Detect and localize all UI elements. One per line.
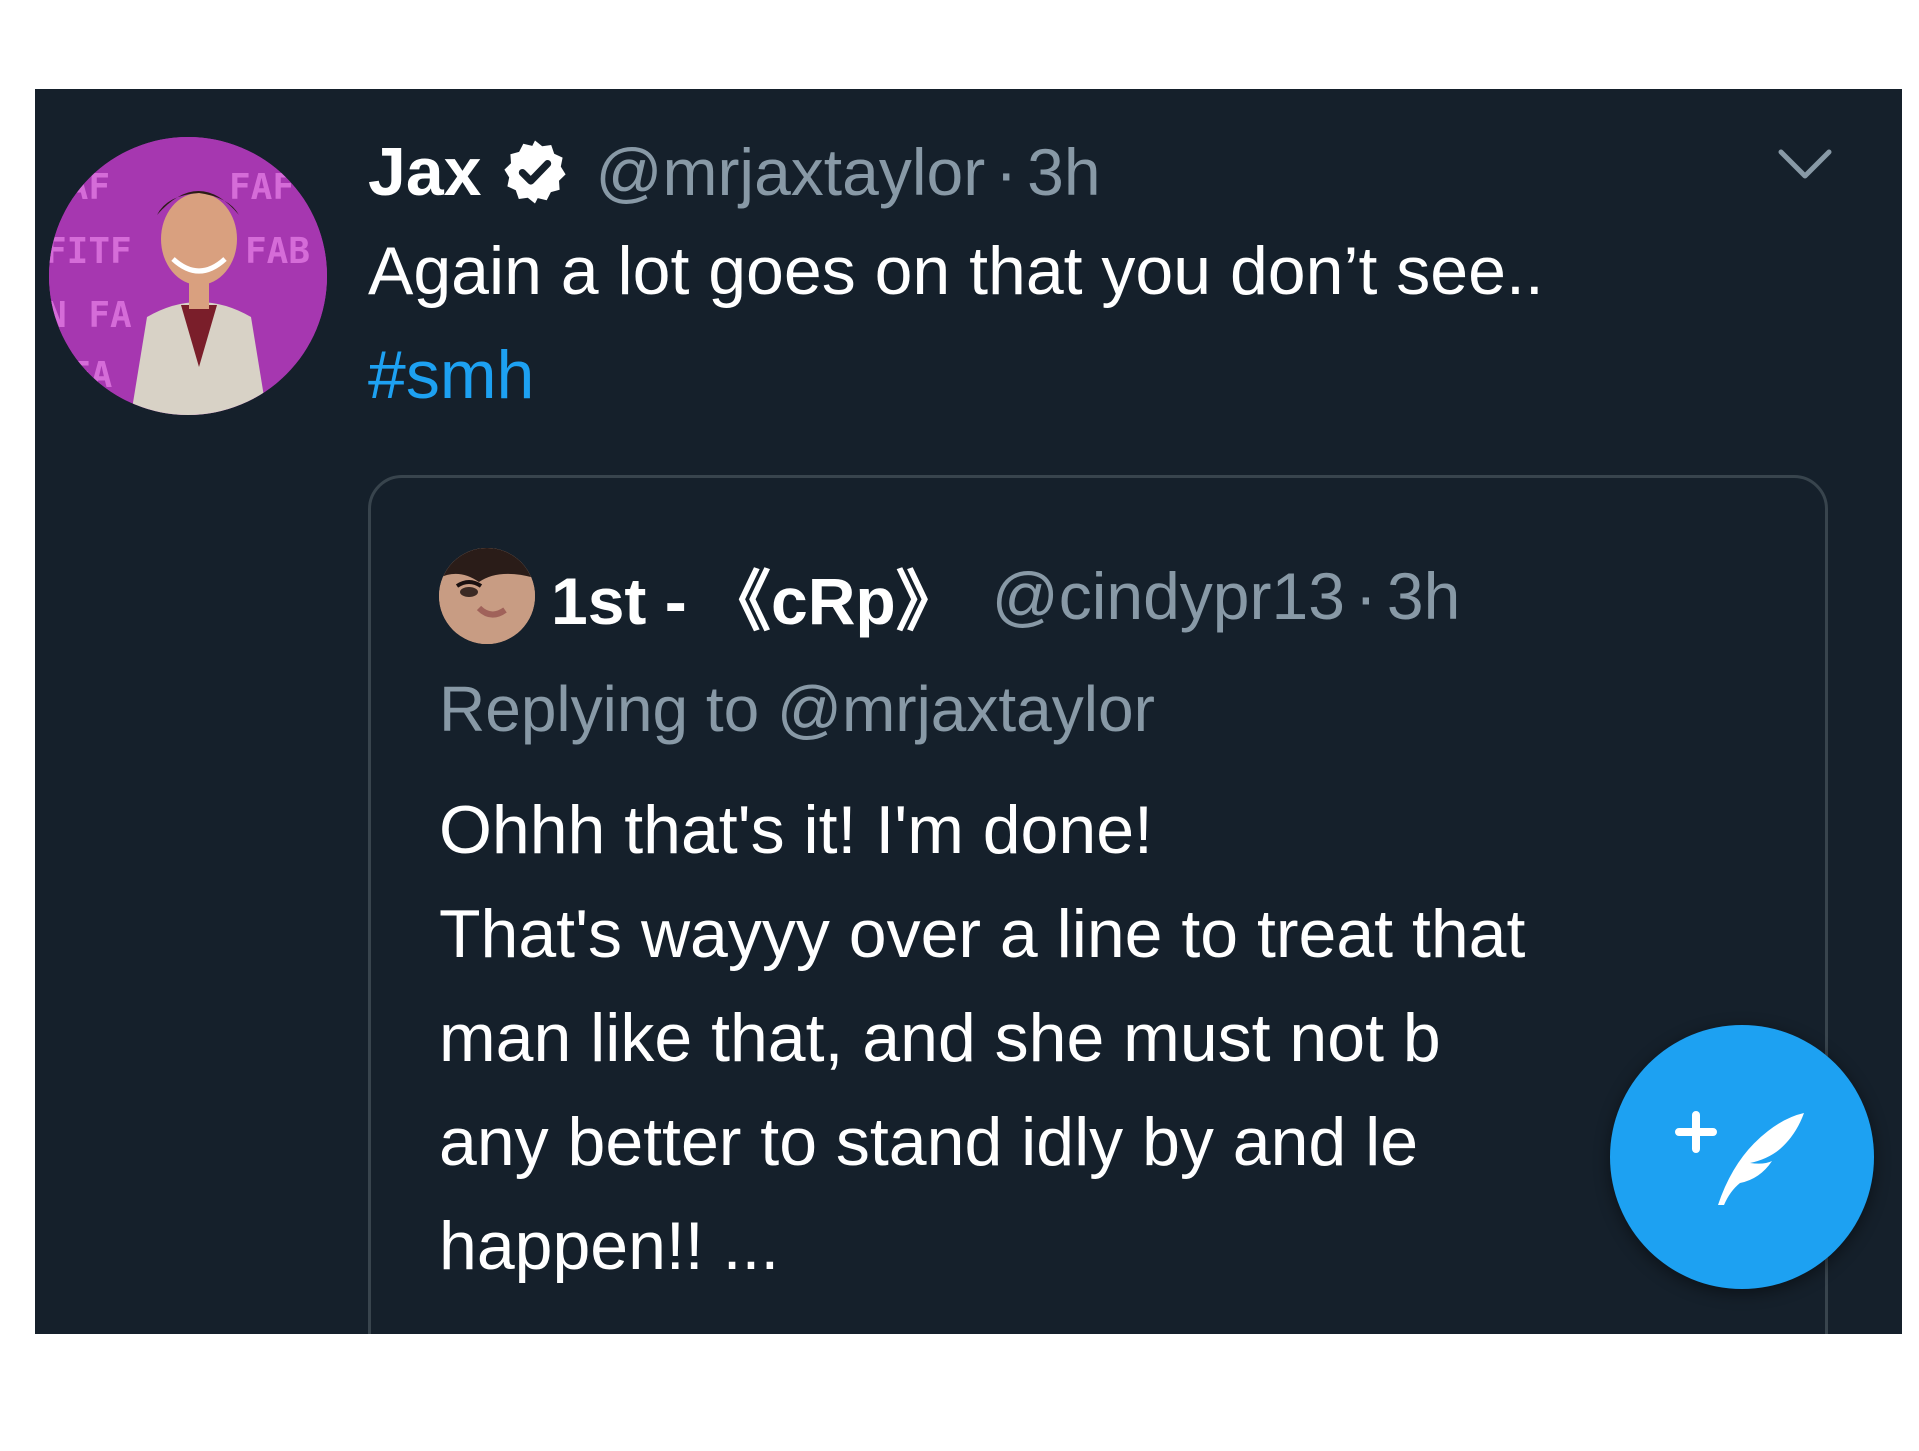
quoted-author-avatar-image [439, 548, 535, 644]
quoted-tweet-header: 1st - 《cRp》 @cindypr13 · 3h [551, 548, 1460, 644]
verified-badge-icon [499, 136, 571, 208]
author-avatar-image: FAF FAF FITF FAB N FA FA [49, 137, 327, 415]
author-handle[interactable]: @mrjaxtaylor [595, 134, 985, 210]
author-name[interactable]: Jax [368, 133, 481, 211]
svg-text:FAF: FAF [49, 167, 110, 208]
compose-tweet-icon [1675, 1111, 1804, 1205]
quoted-tweet-card[interactable]: 1st - 《cRp》 @cindypr13 · 3h Replying to … [368, 475, 1828, 1334]
quoted-tweet-time[interactable]: 3h [1387, 558, 1460, 634]
quoted-text-line: happen!! ... [439, 1208, 780, 1284]
tweet-text: Again a lot goes on that you don’t see.. [368, 233, 1544, 309]
tweet-header: Jax @mrjaxtaylor · 3h [368, 127, 1101, 217]
author-avatar[interactable]: FAF FAF FITF FAB N FA FA [49, 137, 327, 415]
quoted-author-name[interactable]: 1st - 《cRp》 [551, 548, 962, 644]
svg-text:FAF: FAF [229, 167, 294, 208]
quoted-tweet-body: Ohhh that's it! I'm done! That's wayyy o… [439, 778, 1819, 1298]
replying-to-label: Replying to @mrjaxtaylor [439, 673, 1155, 745]
svg-text:FAB: FAB [245, 231, 310, 272]
tweet-time[interactable]: 3h [1027, 134, 1100, 210]
quoted-text-line: That's wayyy over a line to treat that [439, 896, 1526, 972]
svg-text:N FA: N FA [49, 295, 132, 336]
svg-text:FITF: FITF [49, 231, 132, 272]
tweet-screen: FAF FAF FITF FAB N FA FA Jax @mrjaxtaylo… [35, 89, 1902, 1334]
quoted-separator-dot: · [1354, 559, 1377, 633]
hashtag-link[interactable]: #smh [368, 323, 1808, 427]
quoted-author-handle[interactable]: @cindypr13 [992, 558, 1345, 634]
separator-dot: · [995, 135, 1018, 209]
chevron-down-icon[interactable] [1775, 144, 1835, 184]
quoted-text-line: Ohhh that's it! I'm done! [439, 792, 1153, 868]
svg-text:FA: FA [69, 355, 113, 396]
tweet-body: Again a lot goes on that you don’t see..… [368, 219, 1808, 427]
quoted-text-line: man like that, and she must not b [439, 1000, 1441, 1076]
compose-tweet-button[interactable] [1610, 1025, 1874, 1289]
quoted-author-avatar[interactable] [439, 548, 535, 644]
